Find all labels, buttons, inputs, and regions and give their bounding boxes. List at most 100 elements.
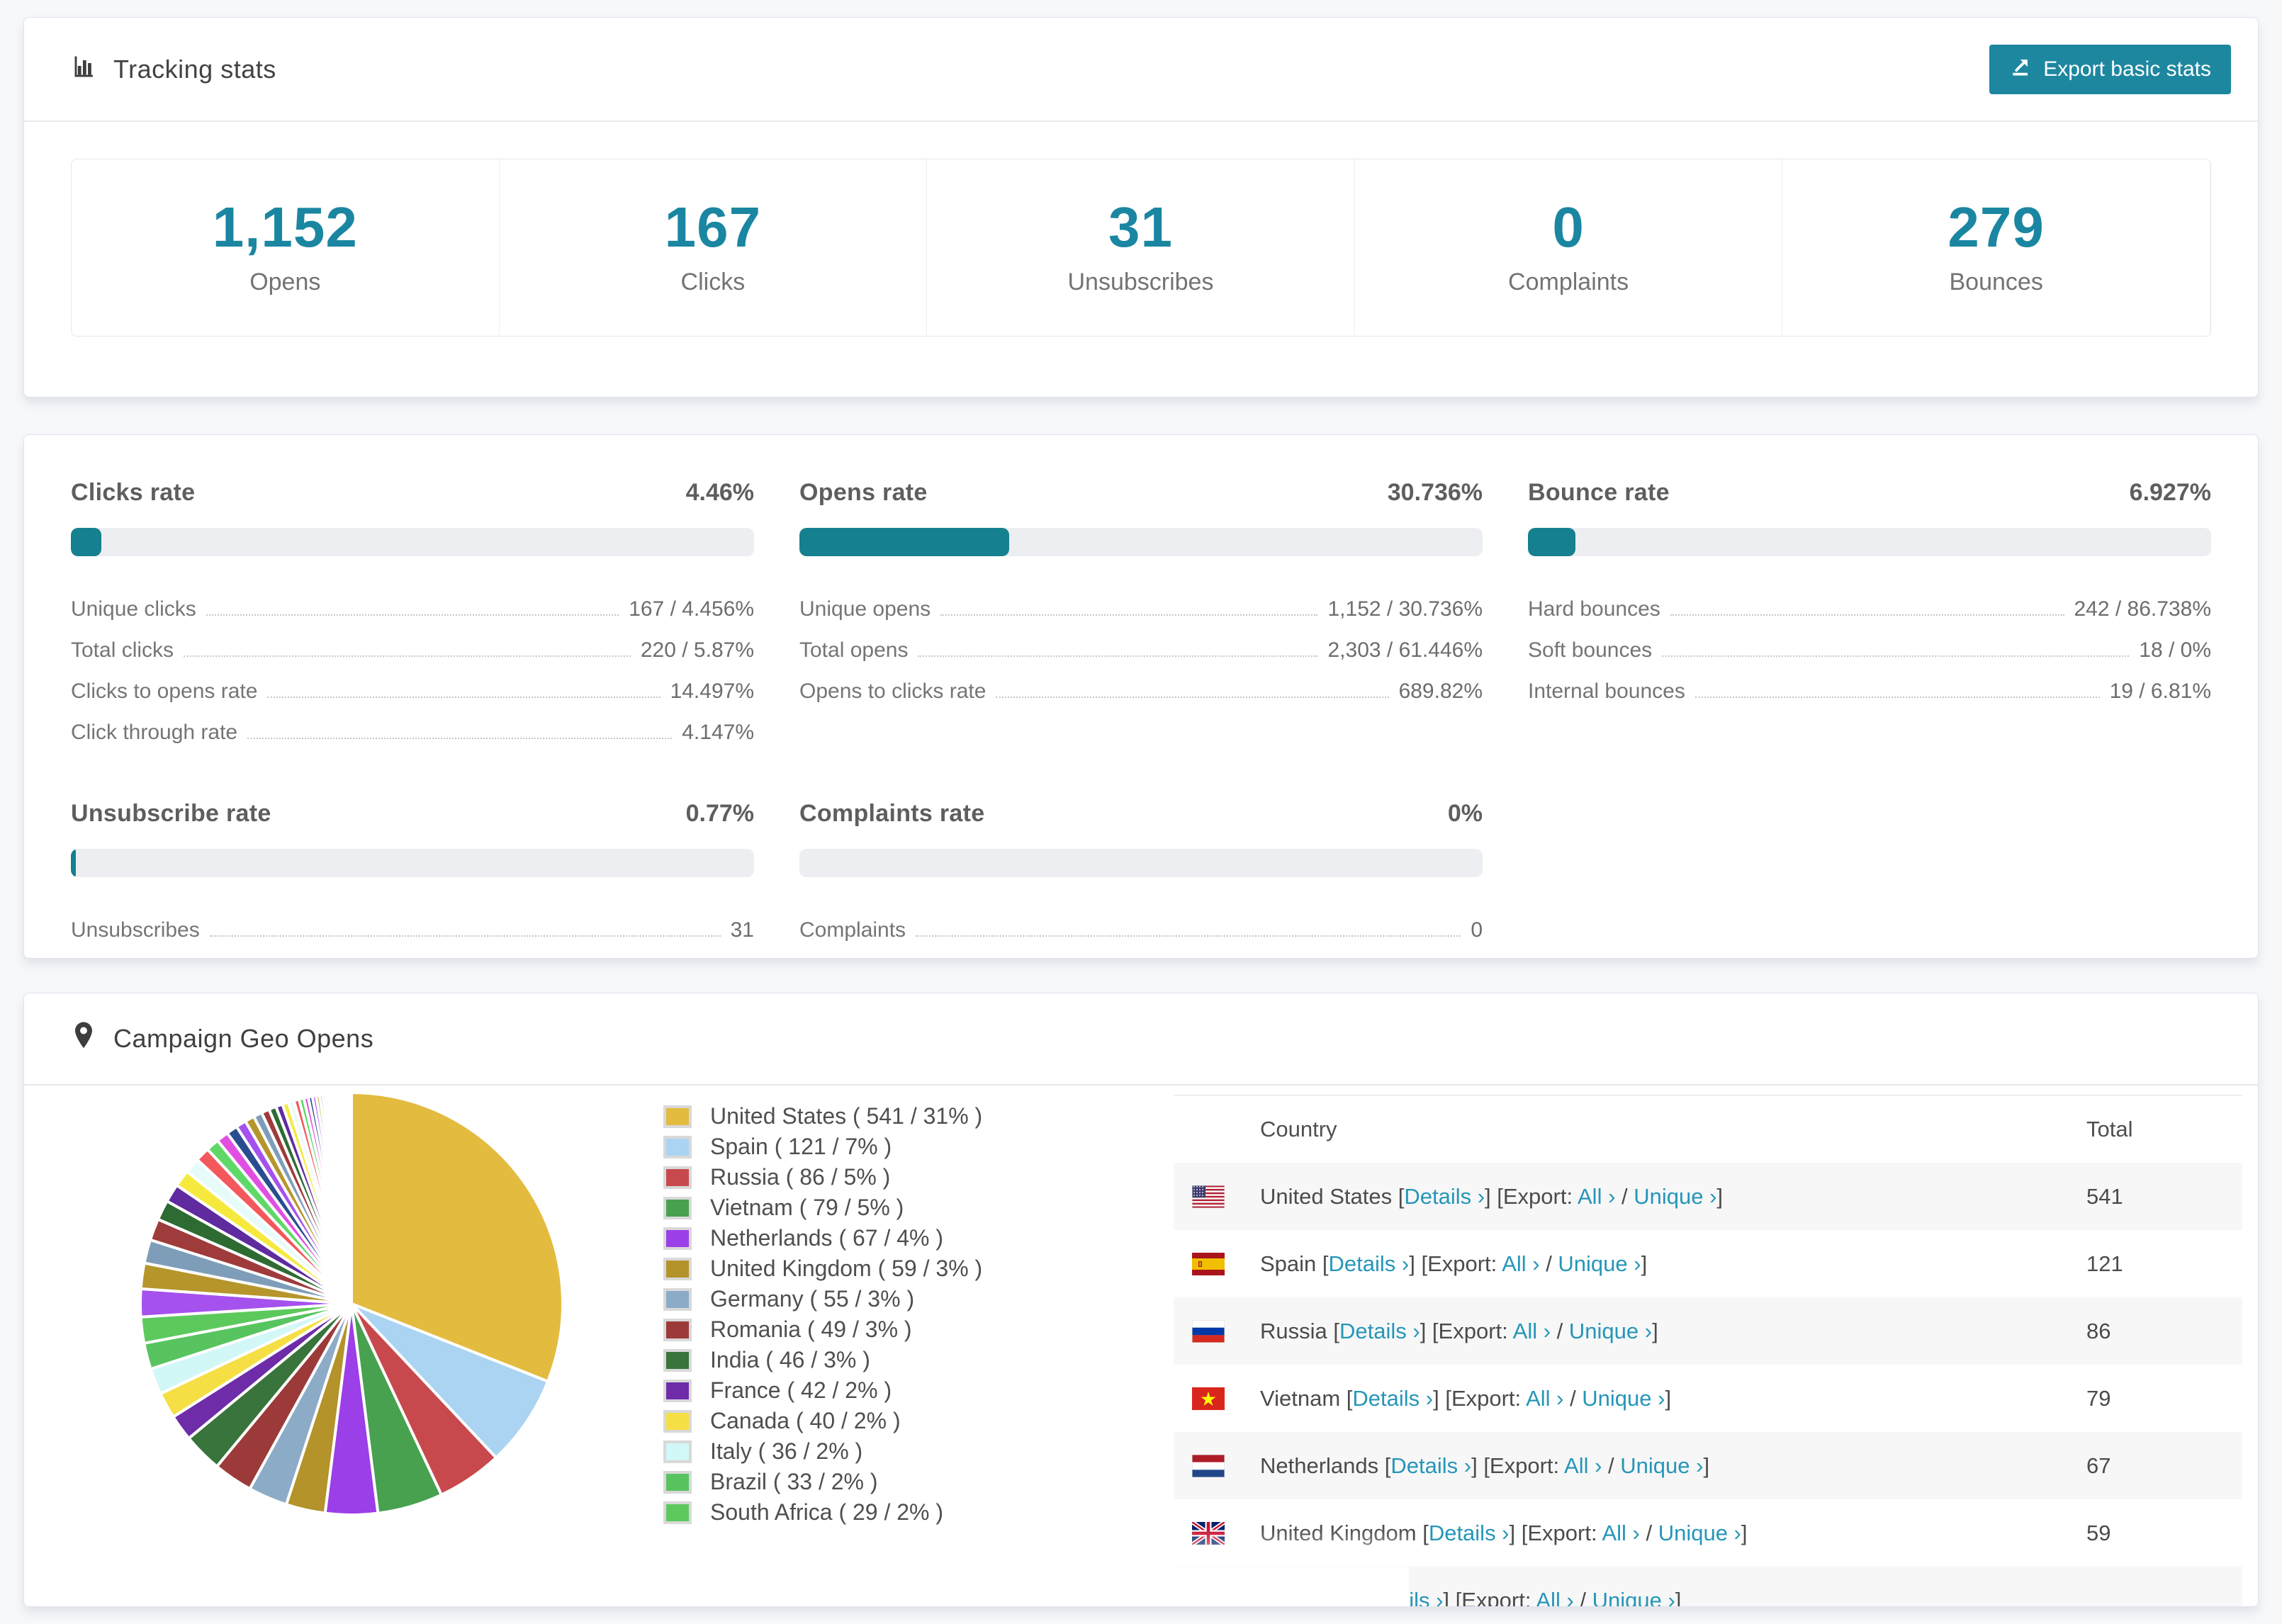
bounce-rate-value: 6.927% [2129,479,2211,506]
country-name: Russia [1260,1318,1327,1343]
legend-label: Brazil ( 33 / 2% ) [710,1469,878,1494]
total-cell: 79 [2086,1385,2111,1411]
export-unique-link[interactable]: Unique › [1592,1588,1675,1607]
dotted-leader [267,697,661,698]
country-flag-icon [1191,1319,1260,1343]
export-all-link[interactable]: All › [1526,1386,1563,1411]
bar-chart-icon [71,52,98,86]
country-name: Vietnam [1260,1385,1341,1411]
geo-table: Country Total United States [Details ›] … [1174,1095,2242,1607]
legend-label: South Africa ( 29 / 2% ) [710,1499,944,1525]
country-cell: Spain [Details ›] [Export: All › / Uniqu… [1260,1251,1648,1276]
details-link[interactable]: Details › [1404,1184,1485,1209]
rate-detail-row: Opens to clicks rate 689.82% [799,680,1483,703]
details-link[interactable]: Details › [1429,1521,1510,1545]
legend-item: Spain ( 121 / 7% ) [663,1132,1181,1162]
details-link[interactable]: Details › [1339,1319,1420,1343]
legend-swatch [663,1379,692,1402]
legend-swatch [663,1196,692,1219]
details-link[interactable]: Details › [1329,1251,1410,1276]
country-cell: Russia [Details ›] [Export: All › / Uniq… [1260,1318,1658,1343]
country-name: Netherlands [1260,1453,1379,1478]
dotted-leader [184,655,631,657]
geo-table-row: Vietnam [Details ›] [Export: All › / Uni… [1174,1365,2242,1432]
clicks-rate-progressbar [71,528,754,556]
export-all-link[interactable]: All › [1564,1453,1602,1478]
dotted-leader [918,655,1318,657]
legend-swatch [663,1105,692,1128]
export-icon [2009,55,2032,84]
legend-swatch [663,1318,692,1341]
export-unique-link[interactable]: Unique › [1582,1386,1665,1411]
summary-stat-value: 1,152 [212,196,358,259]
tracking-stats-card: Tracking stats Export basic stats 1,152 … [23,17,2259,397]
map-pin-icon [71,1020,96,1058]
country-cell: Netherlands [Details ›] [Export: All › /… [1260,1453,1710,1478]
dotted-leader [1694,697,2100,698]
summary-stat-box: 1,152 Opens [72,159,500,336]
export-all-link[interactable]: All › [1602,1521,1639,1545]
geo-table-row: Russia [Details ›] [Export: All › / Uniq… [1174,1297,2242,1365]
bounce-rate-title: Bounce rate [1528,479,1670,506]
geo-pie-chart[interactable] [125,1077,578,1530]
geo-title: Campaign Geo Opens [113,1024,374,1053]
complaints-rate-title: Complaints rate [799,800,985,827]
country-flag-icon [1191,1520,1260,1546]
summary-stat-box: 31 Unsubscribes [927,159,1355,336]
clicks-rate-value: 4.46% [685,479,754,506]
legend-item: Italy ( 36 / 2% ) [663,1436,1181,1467]
export-unique-link[interactable]: Unique › [1569,1319,1652,1343]
rates-grid-row-2: Unsubscribe rate 0.77% Unsubscribes 31 C… [71,800,2211,944]
summary-stats-strip: 1,152 Opens 167 Clicks 31 Unsubscribes 0… [71,159,2211,337]
details-link[interactable]: Details › [1390,1453,1471,1478]
dotted-leader [209,935,721,937]
export-unique-link[interactable]: Unique › [1620,1453,1703,1478]
dotted-leader [206,614,619,616]
export-all-link[interactable]: All › [1513,1319,1551,1343]
legend-swatch [663,1166,692,1189]
details-link[interactable]: Details › [1352,1386,1433,1411]
rate-detail-row: Hard bounces 242 / 86.738% [1528,597,2211,621]
total-column-header: Total [2086,1117,2133,1141]
total-cell: 86 [2086,1318,2111,1343]
country-flag-icon [1191,1454,1260,1477]
legend-swatch [663,1409,692,1433]
export-unique-link[interactable]: Unique › [1558,1251,1641,1276]
export-all-link[interactable]: All › [1502,1251,1539,1276]
export-unique-link[interactable]: Unique › [1658,1521,1741,1545]
country-cell: United Kingdom [Details ›] [Export: All … [1260,1520,1748,1545]
dotted-leader [1662,655,2130,657]
legend-swatch [663,1287,692,1311]
details-link[interactable]: Details › [1363,1588,1444,1607]
rate-detail-row: Internal bounces 19 / 6.81% [1528,680,2211,703]
country-name: United Kingdom [1260,1520,1417,1545]
summary-stat-label: Bounces [1949,269,2043,295]
legend-swatch [663,1501,692,1524]
legend-label: Netherlands ( 67 / 4% ) [710,1225,944,1251]
export-all-link[interactable]: All › [1536,1588,1573,1607]
summary-stat-label: Complaints [1508,269,1629,295]
total-cell: 541 [2086,1183,2123,1209]
opens-rate-panel: Opens rate 30.736% Unique opens 1,152 / … [799,479,1483,746]
summary-stat-value: 279 [1947,196,2045,259]
country-cell: United States [Details ›] [Export: All ›… [1260,1183,1724,1209]
legend-item: United States ( 541 / 31% ) [663,1101,1181,1132]
total-cell: 67 [2086,1453,2111,1478]
dotted-leader [1670,614,2064,616]
legend-item: Vietnam ( 79 / 5% ) [663,1192,1181,1223]
dotted-leader [940,614,1318,616]
rate-detail-row: Unique clicks 167 / 4.456% [71,597,754,621]
legend-item: Netherlands ( 67 / 4% ) [663,1223,1181,1253]
legend-label: Spain ( 121 / 7% ) [710,1134,892,1159]
export-basic-stats-button[interactable]: Export basic stats [1989,44,2231,94]
export-all-link[interactable]: All › [1578,1184,1615,1209]
geo-table-row: United States [Details ›] [Export: All ›… [1174,1163,2242,1230]
country-flag-icon [1191,1185,1260,1208]
export-unique-link[interactable]: Unique › [1634,1184,1716,1209]
summary-stat-box: 167 Clicks [500,159,928,336]
legend-item: Romania ( 49 / 3% ) [663,1314,1181,1345]
unsubscribe-rate-title: Unsubscribe rate [71,800,271,827]
rate-detail-row: Unique opens 1,152 / 30.736% [799,597,1483,621]
total-cell: 121 [2086,1251,2123,1276]
complaints-rate-panel: Complaints rate 0% Complaints 0 [799,800,1483,944]
